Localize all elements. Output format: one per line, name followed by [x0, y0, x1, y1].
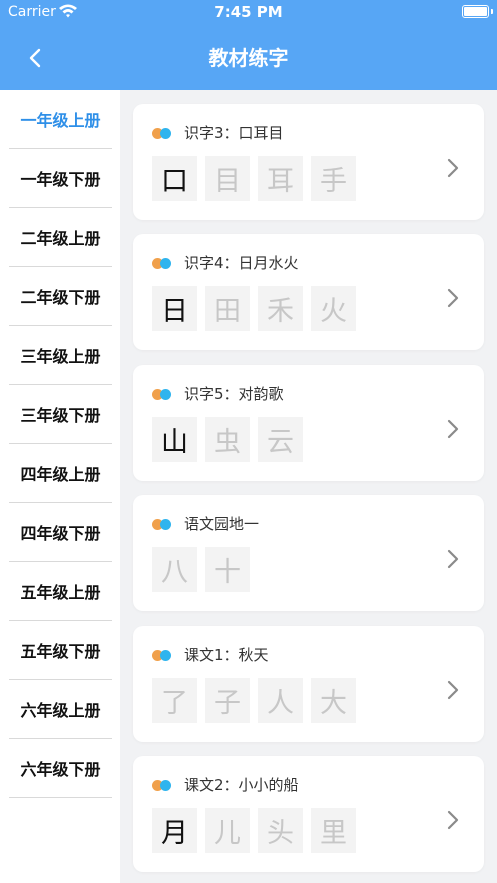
battery-icon [462, 5, 493, 18]
lesson-dots-icon [152, 780, 172, 791]
chevron-right-icon[interactable] [446, 156, 460, 180]
sidebar-item-grade2-second[interactable]: 二年级下册 [9, 267, 112, 326]
sidebar-item-grade4-second[interactable]: 四年级下册 [9, 503, 112, 562]
character-box[interactable]: 大 [311, 678, 356, 723]
lesson-dots-icon [152, 650, 172, 661]
chevron-right-icon[interactable] [446, 547, 460, 571]
character-box[interactable]: 云 [258, 417, 303, 462]
status-bar: Carrier 7:45 PM [0, 0, 497, 26]
sidebar-item-grade4-first[interactable]: 四年级上册 [9, 444, 112, 503]
grade-sidebar: 一年级上册 一年级下册 二年级上册 二年级下册 三年级上册 三年级下册 四年级上… [0, 90, 120, 883]
character-box[interactable]: 了 [152, 678, 197, 723]
lesson-card[interactable]: 识字4：日月水火日田禾火 [133, 234, 484, 350]
lesson-dots-icon [152, 128, 172, 139]
lesson-title: 识字5：对韵歌 [184, 385, 284, 403]
character-box[interactable]: 人 [258, 678, 303, 723]
lesson-card[interactable]: 识字3：口耳目口目耳手 [133, 104, 484, 220]
character-box[interactable]: 火 [311, 286, 356, 331]
clock: 7:45 PM [214, 3, 283, 21]
lesson-dots-icon [152, 389, 172, 400]
character-box[interactable]: 八 [152, 547, 197, 592]
character-box[interactable]: 禾 [258, 286, 303, 331]
nav-header: Carrier 7:45 PM 教材练字 [0, 0, 497, 90]
chevron-right-icon[interactable] [446, 808, 460, 832]
lesson-dots-icon [152, 519, 172, 530]
character-box[interactable]: 头 [258, 808, 303, 853]
character-box[interactable]: 手 [311, 156, 356, 201]
sidebar-item-grade1-first[interactable]: 一年级上册 [9, 90, 112, 149]
sidebar-item-grade3-second[interactable]: 三年级下册 [9, 385, 112, 444]
sidebar-item-grade5-second[interactable]: 五年级下册 [9, 621, 112, 680]
lesson-title: 语文园地一 [184, 515, 260, 533]
chevron-right-icon[interactable] [446, 417, 460, 441]
character-box[interactable]: 目 [205, 156, 250, 201]
sidebar-item-grade6-first[interactable]: 六年级上册 [9, 680, 112, 739]
lesson-title: 识字3：口耳目 [184, 124, 284, 142]
lesson-card[interactable]: 识字5：对韵歌山虫云 [133, 365, 484, 481]
character-box[interactable]: 十 [205, 547, 250, 592]
sidebar-item-grade5-first[interactable]: 五年级上册 [9, 562, 112, 621]
chevron-right-icon[interactable] [446, 678, 460, 702]
character-box[interactable]: 子 [205, 678, 250, 723]
sidebar-item-grade3-first[interactable]: 三年级上册 [9, 326, 112, 385]
lesson-title: 课文2：小小的船 [184, 776, 299, 794]
character-box[interactable]: 田 [205, 286, 250, 331]
sidebar-item-grade2-first[interactable]: 二年级上册 [9, 208, 112, 267]
character-box[interactable]: 儿 [205, 808, 250, 853]
lesson-dots-icon [152, 258, 172, 269]
lesson-card[interactable]: 语文园地一八十 [133, 495, 484, 611]
lesson-title: 识字4：日月水火 [184, 254, 299, 272]
character-box[interactable]: 月 [152, 808, 197, 853]
lesson-card[interactable]: 课文1：秋天了子人大 [133, 626, 484, 742]
sidebar-item-grade1-second[interactable]: 一年级下册 [9, 149, 112, 208]
lesson-title: 课文1：秋天 [184, 646, 269, 664]
character-box[interactable]: 山 [152, 417, 197, 462]
sidebar-item-grade6-second[interactable]: 六年级下册 [9, 739, 112, 798]
page-title: 教材练字 [208, 46, 289, 70]
character-box[interactable]: 耳 [258, 156, 303, 201]
character-box[interactable]: 日 [152, 286, 197, 331]
lesson-card[interactable]: 课文2：小小的船月儿头里 [133, 756, 484, 872]
character-box[interactable]: 口 [152, 156, 197, 201]
character-box[interactable]: 里 [311, 808, 356, 853]
character-box[interactable]: 虫 [205, 417, 250, 462]
chevron-right-icon[interactable] [446, 286, 460, 310]
